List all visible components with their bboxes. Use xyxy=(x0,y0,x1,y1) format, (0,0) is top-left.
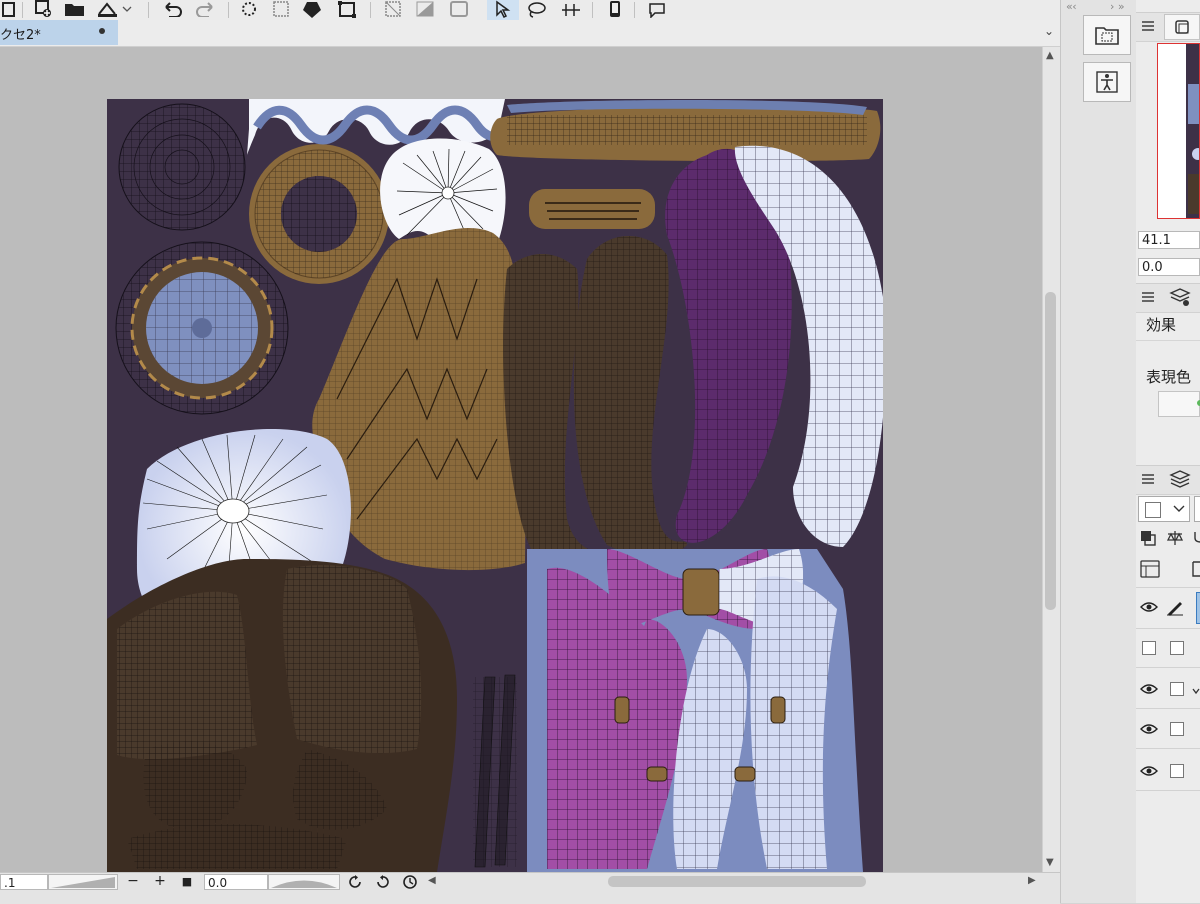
chevron-down-icon xyxy=(1173,505,1185,512)
scroll-up-icon[interactable]: ▲ xyxy=(1046,50,1054,61)
material-folder-button[interactable] xyxy=(1083,15,1131,55)
visibility-checkbox[interactable] xyxy=(1142,641,1156,655)
brush-opacity-field[interactable]: 0.0 xyxy=(1138,258,1200,276)
panel-menu-icon[interactable] xyxy=(1142,290,1154,304)
frame-icon[interactable] xyxy=(446,0,472,18)
toolbar-separator xyxy=(148,2,149,18)
unsaved-dot-icon[interactable] xyxy=(99,28,105,34)
layer-color-icon[interactable] xyxy=(1192,560,1200,582)
lock-checkbox[interactable] xyxy=(1170,641,1184,655)
visibility-eye-icon[interactable] xyxy=(1140,765,1158,776)
horizontal-scrollbar-thumb[interactable] xyxy=(608,876,866,887)
navigator-icon xyxy=(1175,20,1189,34)
new-icon[interactable] xyxy=(0,0,22,18)
reference-layer-icon[interactable] xyxy=(1166,530,1184,550)
toolbar-separator xyxy=(22,2,23,18)
zoom-slider[interactable] xyxy=(48,874,118,890)
layer-thumbnail-selected[interactable] xyxy=(1196,592,1200,624)
visibility-eye-icon[interactable] xyxy=(1140,723,1158,734)
undo-icon[interactable] xyxy=(160,0,186,18)
tab-list-chevron-icon[interactable]: ⌄ xyxy=(1044,24,1054,38)
scroll-down-icon[interactable]: ▼ xyxy=(1046,857,1054,868)
navigator-tab[interactable] xyxy=(1164,14,1200,40)
lock-checkbox[interactable] xyxy=(1170,722,1184,736)
fill-icon[interactable] xyxy=(300,0,326,18)
help-icon[interactable] xyxy=(644,0,670,18)
grid-icon[interactable] xyxy=(268,0,294,18)
lock-icon[interactable] xyxy=(1194,530,1200,550)
layer-mask-icon[interactable] xyxy=(1140,560,1160,582)
layer-row-divider xyxy=(1136,708,1200,709)
export-icon[interactable] xyxy=(95,0,121,18)
visibility-eye-icon[interactable] xyxy=(1140,601,1158,612)
smartphone-icon[interactable] xyxy=(602,0,628,18)
loading-icon[interactable] xyxy=(236,0,262,18)
lock-checkbox[interactable] xyxy=(1170,764,1184,778)
layer-row-divider xyxy=(1136,790,1200,791)
reset-rotation-icon[interactable] xyxy=(402,874,418,894)
lock-checkbox[interactable] xyxy=(1170,682,1184,696)
rotation-angle-field[interactable]: 0.0 xyxy=(204,874,268,890)
zoom-out-button[interactable]: − xyxy=(124,873,142,889)
zoom-field[interactable]: .1 xyxy=(0,874,48,890)
toolbar-separator xyxy=(228,2,229,18)
3d-figure-button[interactable] xyxy=(1083,62,1131,102)
collapse-arrows-icon[interactable]: « ‹ xyxy=(1066,0,1077,13)
layer-row-divider xyxy=(1136,667,1200,668)
invert-icon[interactable] xyxy=(412,0,438,18)
layer-property-icon[interactable] xyxy=(1168,286,1192,312)
blend-swatch xyxy=(1145,502,1161,518)
document-tab-label: クセ2* xyxy=(0,28,41,43)
side-command-strip xyxy=(1060,0,1138,903)
navigator-preview[interactable] xyxy=(1157,43,1200,219)
material-folder-icon xyxy=(1095,27,1119,45)
zoom-in-button[interactable]: + xyxy=(151,873,169,889)
pen-edit-icon[interactable] xyxy=(1166,598,1184,620)
toolbar-separator xyxy=(634,2,635,18)
blend-mode-dropdown[interactable] xyxy=(1138,496,1190,522)
document-tab-bar xyxy=(0,20,1060,47)
visibility-eye-icon[interactable] xyxy=(1140,683,1158,694)
vertical-scrollbar-thumb[interactable] xyxy=(1045,292,1056,610)
toolbar-separator xyxy=(370,2,371,18)
layer-row-divider xyxy=(1136,748,1200,749)
chevron-down-icon[interactable] xyxy=(120,0,134,18)
transform-icon[interactable] xyxy=(334,0,360,18)
ruler-icon[interactable] xyxy=(558,0,584,18)
rotation-slider[interactable] xyxy=(268,874,340,890)
open-icon[interactable] xyxy=(62,0,88,18)
divider xyxy=(1136,340,1200,341)
stop-button[interactable]: ■ xyxy=(178,875,196,888)
figure-icon xyxy=(1096,71,1118,93)
effect-label: 効果 xyxy=(1146,316,1177,334)
expression-color-label: 表現色 xyxy=(1146,368,1192,386)
lasso-icon[interactable] xyxy=(524,0,550,18)
rotate-right-icon[interactable] xyxy=(374,874,390,894)
brush-size-field[interactable]: 41.1 xyxy=(1138,231,1200,249)
redo-icon[interactable] xyxy=(192,0,218,18)
opacity-field[interactable] xyxy=(1194,496,1200,522)
expression-color-dropdown[interactable] xyxy=(1158,391,1200,417)
uv-texture-art xyxy=(107,99,883,872)
scroll-left-icon[interactable]: ◀ xyxy=(428,875,436,886)
layer-row-divider xyxy=(1136,628,1200,629)
select-tool-icon[interactable] xyxy=(490,0,516,18)
uv-texture-canvas[interactable] xyxy=(107,99,883,872)
scroll-right-icon[interactable]: ▶ xyxy=(1028,875,1036,886)
expand-arrows-icon[interactable]: › » xyxy=(1110,0,1125,13)
toolbar-separator xyxy=(592,2,593,18)
layer-panel-icon[interactable] xyxy=(1168,468,1192,494)
new-canvas-icon[interactable] xyxy=(30,0,56,18)
rotate-left-icon[interactable] xyxy=(348,874,364,894)
folder-expand-chevron-icon[interactable] xyxy=(1192,684,1200,699)
panel-menu-icon[interactable] xyxy=(1142,472,1154,486)
panel-menu-icon[interactable] xyxy=(1142,19,1154,33)
navigator-thumbnail xyxy=(1186,44,1199,218)
clip-layer-icon[interactable] xyxy=(1140,530,1156,550)
clear-selection-icon[interactable] xyxy=(380,0,406,18)
